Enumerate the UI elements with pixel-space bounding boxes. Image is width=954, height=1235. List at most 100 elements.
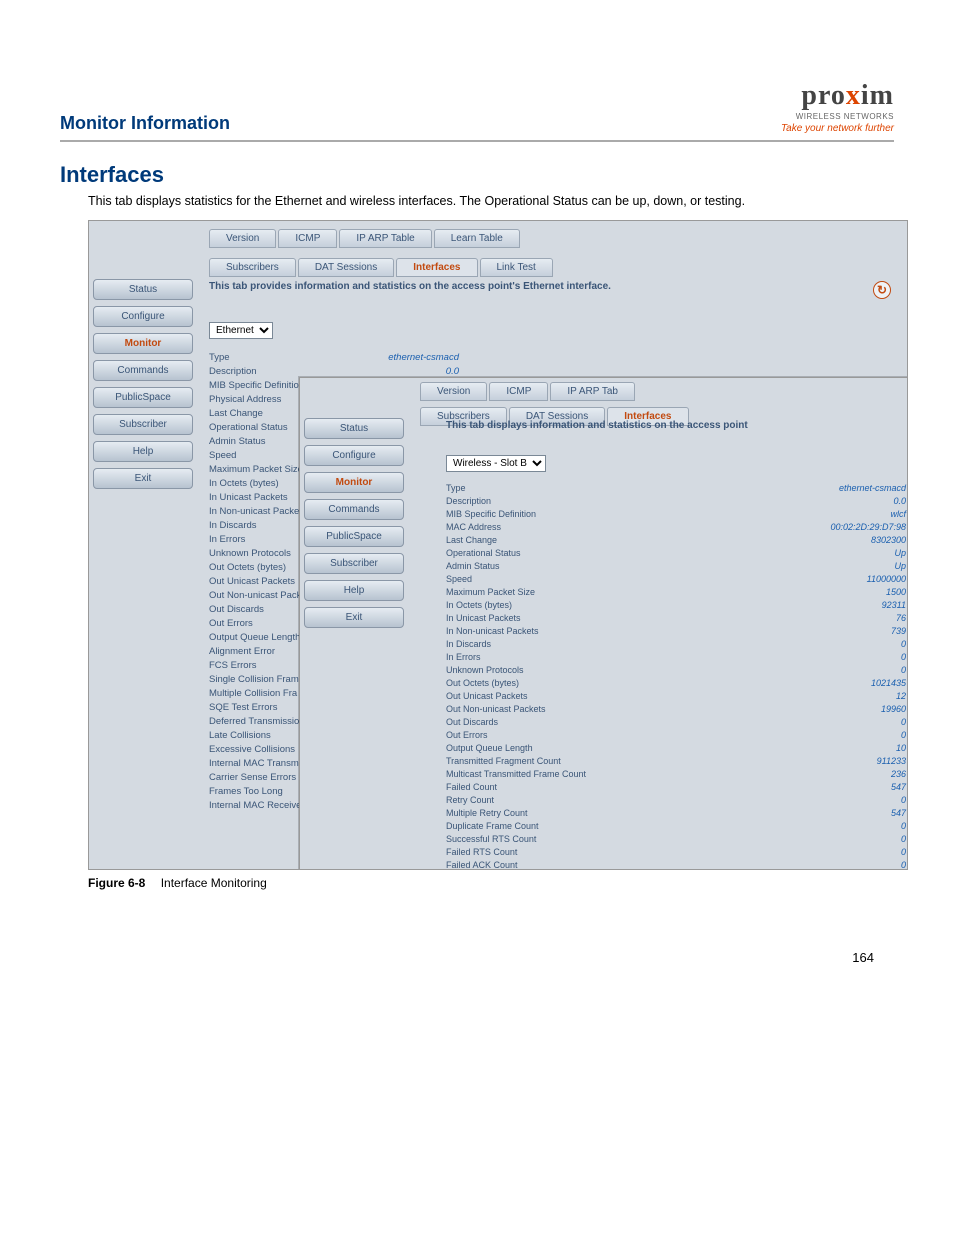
stat-label: In Octets (bytes)	[446, 599, 512, 612]
stat-label: In Non-unicast Packe	[209, 505, 299, 519]
stat-row: In Non-unicast Packets739	[446, 625, 906, 638]
nav-help[interactable]: Help	[304, 580, 404, 601]
nav-publicspace[interactable]: PublicSpace	[304, 526, 404, 547]
stat-row: Multicast Transmitted Frame Count236	[446, 768, 906, 781]
stat-label: MIB Specific Definition	[446, 508, 536, 521]
stat-value: 236	[883, 768, 906, 781]
nav-status[interactable]: Status	[304, 418, 404, 439]
nav-subscriber[interactable]: Subscriber	[93, 414, 193, 435]
stat-row: Out Discards0	[446, 716, 906, 729]
stat-label: Transmitted Fragment Count	[446, 755, 561, 768]
interface-select-front[interactable]: Wireless - Slot B	[446, 455, 546, 472]
nav-monitor[interactable]: Monitor	[93, 333, 193, 354]
stat-label: Admin Status	[209, 435, 266, 449]
intro-back: This tab provides information and statis…	[209, 281, 897, 292]
stat-label: Out Unicast Packets	[446, 690, 528, 703]
stat-value: wlcf	[883, 508, 907, 521]
stat-label: Multiple Retry Count	[446, 807, 528, 820]
section-title: Interfaces	[60, 162, 894, 188]
stat-label: Out Errors	[209, 617, 253, 631]
tab-link-test[interactable]: Link Test	[480, 258, 553, 277]
tab-version[interactable]: Version	[420, 382, 487, 401]
nav-configure[interactable]: Configure	[93, 306, 193, 327]
stat-row: Out Octets (bytes)1021435	[446, 677, 906, 690]
stat-label: SQE Test Errors	[209, 701, 277, 715]
brand-post: im	[861, 80, 894, 111]
tab-dat-sessions[interactable]: DAT Sessions	[298, 258, 394, 277]
tab-ip-arp-tab[interactable]: IP ARP Tab	[550, 382, 635, 401]
stat-value: 11000000	[859, 573, 906, 586]
tab-icmp[interactable]: ICMP	[278, 229, 337, 248]
nav-monitor[interactable]: Monitor	[304, 472, 404, 493]
tab-version[interactable]: Version	[209, 229, 276, 248]
nav-commands[interactable]: Commands	[304, 499, 404, 520]
stat-label: Last Change	[446, 534, 497, 547]
stat-label: Failed ACK Count	[446, 859, 518, 870]
stat-label: Operational Status	[209, 421, 288, 435]
stat-label: Successful RTS Count	[446, 833, 536, 846]
stat-label: Description	[209, 365, 257, 379]
stat-value: 19960	[873, 703, 906, 716]
stat-row: Typeethernet-csmacd	[209, 351, 459, 365]
stat-row: Out Unicast Packets 12	[446, 690, 906, 703]
stat-value: 1500	[878, 586, 906, 599]
figure-title: Interface Monitoring	[161, 876, 267, 890]
stat-label: Admin Status	[446, 560, 500, 573]
stat-label: Duplicate Frame Count	[446, 820, 539, 833]
stat-label: Speed	[446, 573, 472, 586]
tab-ip-arp-table[interactable]: IP ARP Table	[339, 229, 431, 248]
stat-label: Operational Status	[446, 547, 521, 560]
stat-value: 12	[888, 690, 906, 703]
stat-label: Out Non-unicast Packets	[446, 703, 546, 716]
stat-label: In Errors	[209, 533, 245, 547]
stat-row: Transmitted Fragment Count911233	[446, 755, 906, 768]
stat-row: Output Queue Length10	[446, 742, 906, 755]
refresh-icon[interactable]: ↻	[873, 281, 891, 299]
stat-label: Last Change	[209, 407, 263, 421]
stat-value: Up	[886, 560, 906, 573]
nav-status[interactable]: Status	[93, 279, 193, 300]
nav-exit[interactable]: Exit	[304, 607, 404, 628]
stat-row: Retry Count0	[446, 794, 906, 807]
nav-publicspace[interactable]: PublicSpace	[93, 387, 193, 408]
nav-subscriber[interactable]: Subscriber	[304, 553, 404, 574]
stat-label: Physical Address	[209, 393, 281, 407]
stat-label: In Discards	[446, 638, 491, 651]
stat-label: Maximum Packet Size	[209, 463, 303, 477]
panel-wireless: VersionICMPIP ARP Tab SubscribersDAT Ses…	[299, 377, 908, 870]
tab-subscribers[interactable]: Subscribers	[209, 258, 296, 277]
stat-row: Successful RTS Count0	[446, 833, 906, 846]
stat-value: 0	[893, 651, 906, 664]
header-title: Monitor Information	[60, 113, 230, 134]
stat-label: MIB Specific Definition	[209, 379, 304, 393]
stat-value: 0	[893, 859, 906, 870]
stat-row: Duplicate Frame Count0	[446, 820, 906, 833]
stat-label: Frames Too Long	[209, 785, 283, 799]
page-number: 164	[60, 950, 894, 965]
nav-exit[interactable]: Exit	[93, 468, 193, 489]
stat-value: 0	[893, 664, 906, 677]
nav-help[interactable]: Help	[93, 441, 193, 462]
nav-commands[interactable]: Commands	[93, 360, 193, 381]
content-front: This tab displays information and statis…	[446, 420, 906, 870]
stat-row: Failed Count547	[446, 781, 906, 794]
tab-learn-table[interactable]: Learn Table	[434, 229, 520, 248]
nav-configure[interactable]: Configure	[304, 445, 404, 466]
stat-value: 547	[883, 781, 906, 794]
stat-value: 0	[893, 846, 906, 859]
stat-label: Failed RTS Count	[446, 846, 517, 859]
stat-value: 0.0	[885, 495, 906, 508]
stat-value: 10	[888, 742, 906, 755]
tab-interfaces[interactable]: Interfaces	[396, 258, 477, 277]
interface-select-back[interactable]: Ethernet	[209, 322, 273, 339]
intro-front: This tab displays information and statis…	[446, 420, 906, 431]
tab-icmp[interactable]: ICMP	[489, 382, 548, 401]
stat-row: Operational Status Up	[446, 547, 906, 560]
figure-caption: Figure 6-8 Interface Monitoring	[88, 876, 894, 890]
stat-label: Internal MAC Transm	[209, 757, 299, 771]
stat-row: Maximum Packet Size1500	[446, 586, 906, 599]
stat-value: Up	[886, 547, 906, 560]
figure-wrapper: VersionICMPIP ARP TableLearn Table Subsc…	[88, 220, 908, 870]
stat-row: In Octets (bytes)92311	[446, 599, 906, 612]
stat-value: 1021435	[863, 677, 906, 690]
